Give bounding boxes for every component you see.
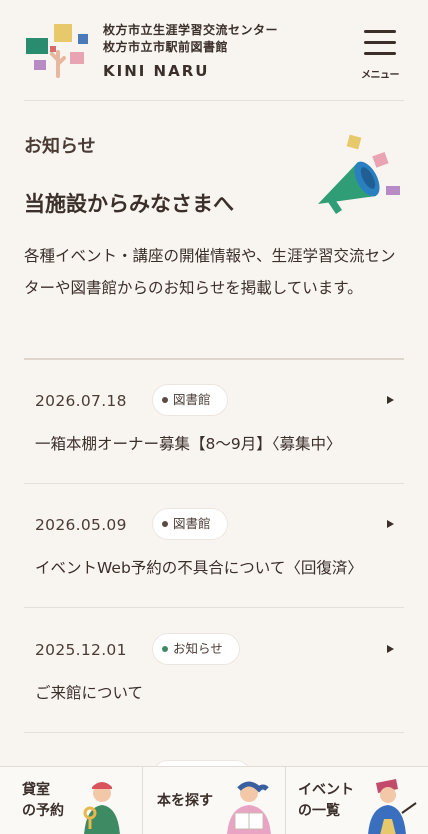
person-pointing-icon	[368, 779, 417, 834]
nav-event-list[interactable]: イベント の一覧	[286, 767, 428, 834]
menu-label: メニュー	[361, 70, 400, 81]
news-item[interactable]: 2026.05.09 図書館 イベントWeb予約の不具合について〈回復済〉	[24, 484, 404, 608]
hamburger-bar	[364, 41, 396, 44]
dot-icon	[162, 397, 168, 403]
dot-icon	[162, 646, 168, 652]
caret-right-icon	[387, 520, 394, 528]
person-with-key-icon	[83, 782, 120, 834]
nav-label: 貸室 の予約	[22, 782, 64, 819]
person-reading-book-icon	[227, 781, 271, 834]
intro-description: 各種イベント・講座の開催情報や、生涯学習交流センターや図書館からのお知らせを掲載…	[24, 247, 396, 297]
news-date: 2026.05.09	[35, 516, 127, 534]
category-label: 図書館	[173, 392, 211, 407]
category-label: お知らせ	[173, 641, 223, 656]
dot-icon	[162, 521, 168, 527]
nav-label: 本を探す	[157, 793, 213, 809]
news-title: 一箱本棚オーナー募集【8～9月】〈募集中〉	[35, 435, 342, 453]
caret-right-icon	[387, 645, 394, 653]
category-label: 図書館	[173, 516, 211, 531]
hamburger-bar	[364, 52, 396, 55]
header-divider	[24, 100, 404, 101]
site-header: 枚方市立生涯学習交流センター 枚方市立市駅前図書館 KINI NARU メニュー	[0, 0, 428, 101]
hamburger-icon	[364, 30, 396, 33]
menu-button[interactable]: メニュー	[356, 28, 404, 81]
news-item[interactable]: 2025.12.01 お知らせ ご来館について	[24, 609, 404, 733]
logo-icon[interactable]	[24, 22, 94, 78]
nav-book-search[interactable]: 本を探す	[143, 767, 285, 834]
nav-label: イベント の一覧	[298, 782, 354, 819]
news-title: ご来館について	[35, 684, 144, 702]
section-label: お知らせ	[24, 136, 96, 157]
org-name-line2: 枚方市立市駅前図書館	[103, 40, 229, 54]
category-badge: お知らせ	[152, 633, 240, 665]
org-name-line1: 枚方市立生涯学習交流センター	[103, 23, 279, 37]
caret-right-icon	[387, 396, 394, 404]
news-title: イベントWeb予約の不具合について〈回復済〉	[35, 559, 363, 577]
news-divider	[24, 732, 404, 733]
bottom-navigation: 貸室 の予約 本を探す イベント の一覧	[0, 766, 428, 834]
megaphone-icon	[318, 134, 400, 214]
brand-name: KINI NARU	[103, 62, 210, 80]
category-badge: 図書館	[152, 384, 228, 416]
news-date: 2026.07.18	[35, 392, 127, 410]
news-date: 2025.12.01	[35, 641, 127, 659]
logo-text[interactable]: 枚方市立生涯学習交流センター 枚方市立市駅前図書館 KINI NARU	[103, 22, 278, 80]
page-headline: 当施設からみなさまへ	[24, 192, 234, 216]
page: 枚方市立生涯学習交流センター 枚方市立市駅前図書館 KINI NARU メニュー…	[0, 0, 428, 834]
nav-room-reservation[interactable]: 貸室 の予約	[0, 767, 142, 834]
category-badge: 図書館	[152, 508, 228, 540]
news-item[interactable]: 2026.07.18 図書館 一箱本棚オーナー募集【8～9月】〈募集中〉	[24, 360, 404, 484]
news-divider	[24, 607, 404, 608]
